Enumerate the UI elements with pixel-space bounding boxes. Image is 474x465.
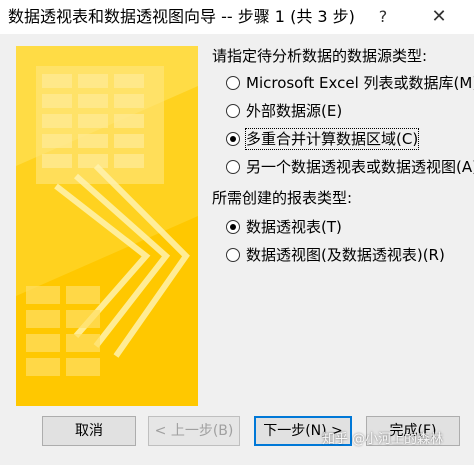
- radio-excel-list[interactable]: Microsoft Excel 列表或数据库(M): [226, 72, 474, 94]
- radio-button[interactable]: [226, 160, 240, 174]
- radio-multiple-consolidation[interactable]: 多重合并计算数据区域(C): [226, 128, 420, 150]
- radio-another-pivot[interactable]: 另一个数据透视表或数据透视图(A): [226, 156, 474, 178]
- radio-pivot-table-label: 数据透视表(T): [246, 218, 342, 236]
- help-icon[interactable]: ?: [368, 4, 398, 30]
- dialog-body: 请指定待分析数据的数据源类型: Microsoft Excel 列表或数据库(M…: [0, 34, 474, 465]
- close-icon[interactable]: ✕: [424, 4, 454, 30]
- radio-external-source[interactable]: 外部数据源(E): [226, 100, 342, 122]
- radio-button[interactable]: [226, 104, 240, 118]
- pivot-table-illustration-icon: [16, 46, 198, 406]
- radio-excel-list-label: Microsoft Excel 列表或数据库(M): [246, 74, 474, 92]
- report-type-group-label: 所需创建的报表类型:: [212, 189, 353, 207]
- radio-button[interactable]: [226, 76, 240, 90]
- data-source-group-label: 请指定待分析数据的数据源类型:: [212, 47, 428, 65]
- back-button[interactable]: < 上一步(B): [148, 416, 240, 446]
- radio-multiple-consolidation-label: 多重合并计算数据区域(C): [244, 128, 420, 150]
- radio-button-selected[interactable]: [226, 220, 240, 234]
- radio-another-pivot-label: 另一个数据透视表或数据透视图(A): [246, 158, 474, 176]
- radio-button[interactable]: [226, 248, 240, 262]
- wizard-illustration: [16, 46, 198, 406]
- title-bar: 数据透视表和数据透视图向导 -- 步骤 1 (共 3 步) ? ✕: [0, 0, 474, 34]
- watermark: 知乎 @小河上的森林: [322, 432, 444, 447]
- radio-pivot-chart-label: 数据透视图(及数据透视表)(R): [246, 246, 445, 264]
- radio-pivot-table[interactable]: 数据透视表(T): [226, 216, 342, 238]
- cancel-button[interactable]: 取消: [42, 416, 136, 446]
- radio-external-source-label: 外部数据源(E): [246, 102, 343, 120]
- radio-button-selected[interactable]: [226, 132, 240, 146]
- radio-pivot-chart[interactable]: 数据透视图(及数据透视表)(R): [226, 244, 445, 266]
- window-title: 数据透视表和数据透视图向导 -- 步骤 1 (共 3 步): [8, 7, 355, 26]
